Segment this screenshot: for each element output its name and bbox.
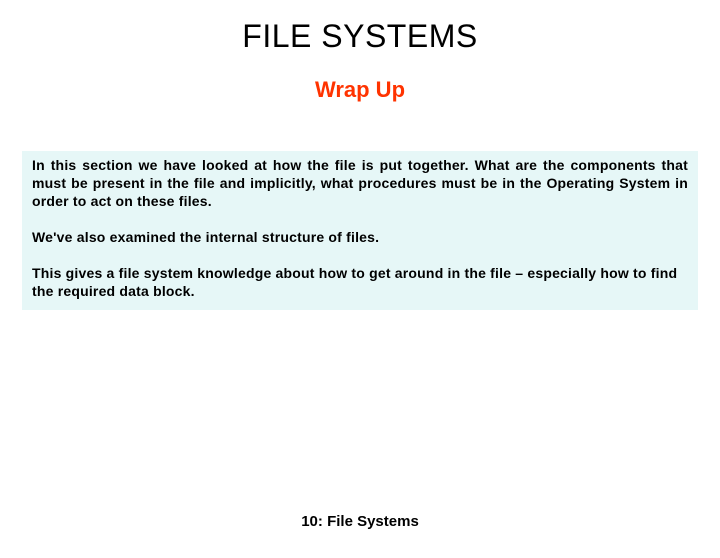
paragraph: This gives a file system knowledge about… <box>32 265 688 301</box>
paragraph: In this section we have looked at how th… <box>32 157 688 211</box>
content-block: In this section we have looked at how th… <box>22 151 698 310</box>
page-subtitle: Wrap Up <box>0 77 720 103</box>
slide-footer: 10: File Systems <box>0 513 720 530</box>
paragraph: We've also examined the internal structu… <box>32 229 688 247</box>
page-title: FILE SYSTEMS <box>0 18 720 55</box>
